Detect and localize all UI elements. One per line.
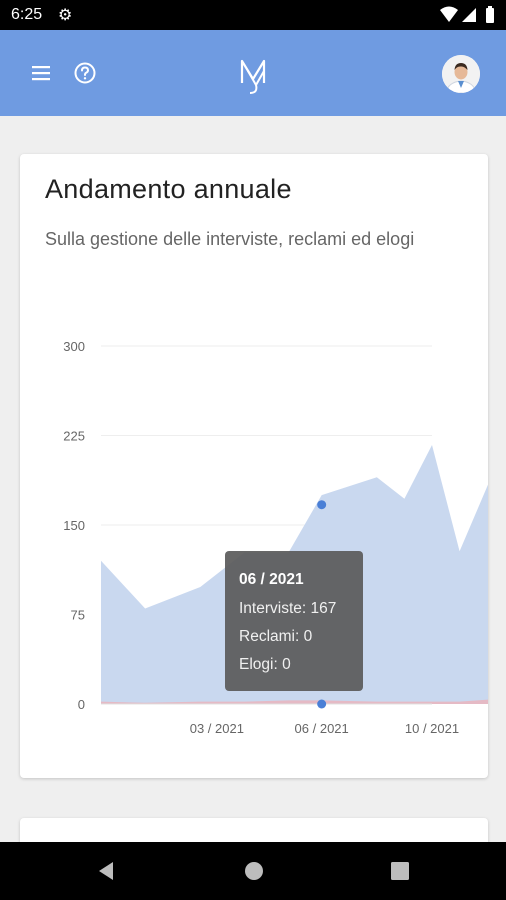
gear-icon: ⚙ — [58, 7, 73, 24]
avatar-image — [442, 55, 480, 93]
wifi-icon — [440, 6, 458, 22]
back-button[interactable] — [95, 860, 117, 882]
x-tick-label: 06 / 2021 — [295, 721, 349, 736]
annual-trend-card: Andamento annuale Sulla gestione delle i… — [20, 154, 488, 778]
recents-button[interactable] — [389, 860, 411, 882]
x-tick-label: 03 / 2021 — [190, 721, 244, 736]
battery-icon — [486, 8, 494, 23]
logo-icon — [240, 59, 266, 94]
navigation-bar — [0, 842, 506, 900]
status-time: 6:25 — [11, 6, 43, 23]
y-tick-label: 150 — [63, 518, 85, 533]
tooltip-line: Interviste: 167 — [239, 600, 336, 617]
avatar[interactable] — [442, 55, 480, 93]
y-tick-label: 0 — [78, 697, 85, 712]
help-icon[interactable] — [73, 61, 97, 85]
tooltip-line: Reclami: 0 — [239, 628, 313, 645]
y-tick-label: 225 — [63, 429, 85, 444]
tooltip-title: 06 / 2021 — [239, 571, 304, 588]
app-bar — [0, 30, 506, 116]
area-chart: 0 75 150 225 300 03 / 2021 06 / 2021 10 / 2021 0… — [63, 339, 488, 736]
status-icons — [440, 6, 494, 23]
y-tick-label: 75 — [71, 608, 85, 623]
y-tick-label: 300 — [63, 339, 85, 354]
highlight-point-interviste — [317, 500, 327, 510]
tooltip-line: Elogi: 0 — [239, 656, 291, 673]
x-tick-label: 10 / 2021 — [405, 721, 459, 736]
menu-icon[interactable] — [30, 63, 52, 83]
highlight-point-baseline — [317, 699, 327, 709]
home-button[interactable] — [243, 860, 265, 882]
status-bar: 6:25 ⚙ — [0, 0, 506, 30]
signal-icon — [462, 8, 476, 22]
